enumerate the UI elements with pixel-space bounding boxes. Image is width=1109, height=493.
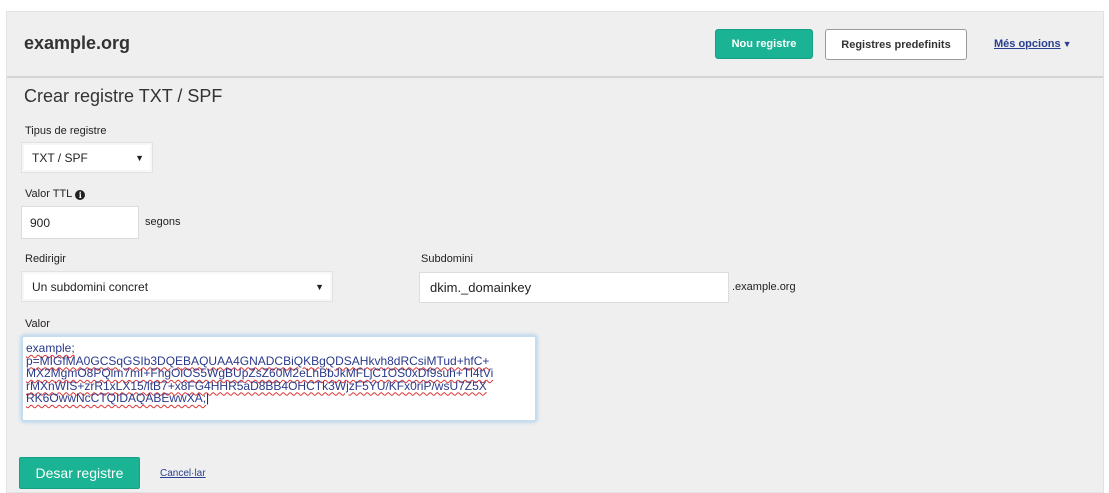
- cancel-link[interactable]: Cancel·lar: [160, 468, 206, 479]
- subdomain-suffix: .example.org: [732, 281, 796, 293]
- subdomain-input[interactable]: dkim._domainkey: [419, 272, 729, 303]
- redirect-label: Redirigir: [25, 253, 66, 265]
- page-frame: example.org Nou registre Registres prede…: [6, 11, 1104, 493]
- value-textarea[interactable]: example; p=MIGfMA0GCSqGSIb3DQEBAQUAA4GNA…: [21, 335, 537, 422]
- header-bar: example.org Nou registre Registres prede…: [7, 12, 1103, 78]
- ttl-unit: segons: [145, 216, 181, 228]
- predefined-records-button[interactable]: Registres predefinits: [825, 29, 967, 60]
- record-type-label: Tipus de registre: [25, 125, 107, 137]
- form-title: Crear registre TXT / SPF: [24, 86, 223, 106]
- caret-down-icon: ▼: [1062, 39, 1072, 49]
- text-cursor: |: [206, 391, 210, 405]
- info-circle-icon[interactable]: i: [75, 190, 86, 200]
- redirect-value: Un subdomini concret: [32, 279, 149, 294]
- select-arrow-icon: ▼: [315, 281, 324, 292]
- ttl-label-text: Valor TTL: [25, 188, 73, 200]
- ttl-input[interactable]: 900: [21, 206, 139, 239]
- site-title: example.org: [24, 33, 131, 53]
- redirect-select[interactable]: Un subdomini concret ▼: [21, 271, 333, 302]
- more-options-label: Més opcions: [994, 38, 1061, 50]
- new-record-button[interactable]: Nou registre: [715, 29, 813, 59]
- select-arrow-icon: ▼: [135, 152, 144, 163]
- ttl-label: Valor TTL i: [25, 188, 86, 200]
- more-options-link[interactable]: Més opcions ▼: [994, 38, 1072, 50]
- record-type-select[interactable]: TXT / SPF ▼: [21, 142, 153, 173]
- value-label: Valor: [25, 318, 50, 330]
- save-record-button[interactable]: Desar registre: [19, 457, 140, 489]
- record-type-value: TXT / SPF: [32, 150, 88, 165]
- subdomain-label: Subdomini: [421, 253, 473, 265]
- value-line: RK6OwwNcCTQIDAQABEwwXA;: [26, 391, 207, 405]
